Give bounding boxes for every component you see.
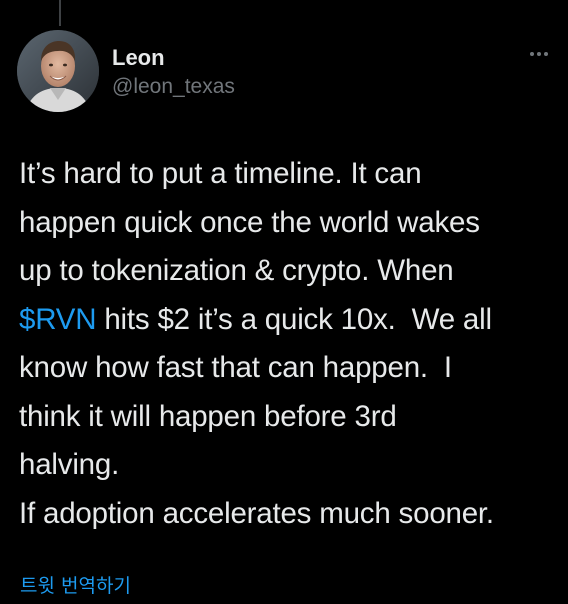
tweet-text-segment: It’s hard to put a timeline. It can <box>19 157 422 190</box>
avatar[interactable] <box>17 30 99 112</box>
tweet-text-segment: halving. <box>19 448 120 481</box>
user-handle[interactable]: @leon_texas <box>112 74 235 100</box>
tweet-text-segment: hits $2 it’s a quick 10x. We all <box>96 302 492 336</box>
user-info[interactable]: Leon @leon_texas <box>112 45 235 100</box>
tweet-text-line: $RVN hits $2 it’s a quick 10x. We all <box>19 296 559 345</box>
tweet-text-line: halving. <box>19 441 559 490</box>
tweet-text-segment: If adoption accelerates much sooner. <box>19 496 494 530</box>
avatar-photo <box>17 30 99 112</box>
tweet-text-line: up to tokenization & crypto. When <box>19 247 559 296</box>
tweet-text-line: think it will happen before 3rd <box>19 393 559 442</box>
more-dots-icon[interactable] <box>530 49 548 59</box>
dot <box>537 52 541 56</box>
tweet-text-segment: happen quick once the world wakes <box>19 205 480 239</box>
dot <box>530 52 534 56</box>
tweet-text-segment: up to tokenization & crypto. When <box>19 254 454 287</box>
tweet-text-line: happen quick once the world wakes <box>19 199 559 248</box>
dot <box>544 52 548 56</box>
display-name[interactable]: Leon <box>112 45 235 71</box>
tweet-header: Leon @leon_texas <box>17 30 568 114</box>
cashtag-link[interactable]: $RVN <box>19 303 97 336</box>
tweet-text: It’s hard to put a timeline. It can happe… <box>19 150 559 538</box>
tweet-text-line: know how fast that can happen. I <box>19 344 559 393</box>
tweet-text-line: It’s hard to put a timeline. It can <box>19 150 559 199</box>
tweet-text-line: If adoption accelerates much sooner. <box>19 490 559 539</box>
thread-connector-line <box>59 0 61 26</box>
tweet-text-segment: know how fast that can happen. I <box>19 351 452 384</box>
translate-tweet-link[interactable]: 트윗 번역하기 <box>20 574 131 598</box>
tweet-text-segment: think it will happen before 3rd <box>19 399 397 433</box>
